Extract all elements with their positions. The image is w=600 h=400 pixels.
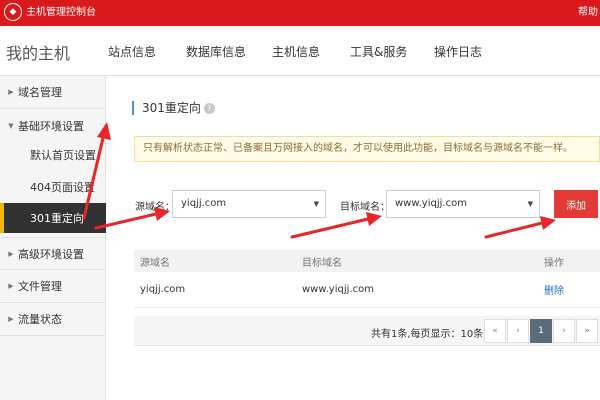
sidebar-item-label: 文件管理 xyxy=(18,280,62,293)
nav-site-info[interactable]: 站点信息 xyxy=(108,43,156,60)
sidebar-item-traffic-status[interactable]: ▶ 流量状态 xyxy=(0,303,106,336)
add-button[interactable]: 添加 xyxy=(554,190,598,218)
sidebar-item-label: 301重定向 xyxy=(30,212,84,225)
top-bar: ◆ 主机管理控制台 帮助 xyxy=(0,0,600,26)
column-header-source: 源域名 xyxy=(140,257,170,269)
source-domain-select[interactable]: yiqjj.com ▼ xyxy=(172,190,326,218)
caret-right-icon: ▶ xyxy=(8,88,14,96)
sidebar-item-label: 高级环境设置 xyxy=(18,247,84,261)
source-domain-value: yiqjj.com xyxy=(181,198,227,209)
main-content: 301重定向? 只有解析状态正常、已备案且万网接入的域名，才可以使用此功能，目标… xyxy=(106,76,600,400)
caret-right-icon: ▶ xyxy=(8,315,14,323)
row-source-domain: yiqjj.com xyxy=(140,284,186,295)
sidebar: ▶ 域名管理 ▼ 基础环境设置 默认首页设置 404页面设置 301重定向 ▶ … xyxy=(0,76,106,400)
sidebar-item-404-page[interactable]: 404页面设置 xyxy=(0,170,106,203)
page-title-text: 301重定向 xyxy=(142,101,201,115)
table-row: yiqjj.com www.yiqjj.com 删除 xyxy=(134,272,600,308)
help-link[interactable]: 帮助 xyxy=(578,7,598,19)
pagination-bar: 共有1条,每页显示：10条 « ‹ 1 › » xyxy=(134,316,600,346)
last-page-button[interactable]: » xyxy=(576,319,598,343)
caret-down-icon: ▼ xyxy=(8,121,14,130)
sidebar-item-label: 域名管理 xyxy=(18,86,62,99)
sidebar-item-label: 基础环境设置 xyxy=(18,119,84,133)
sidebar-item-label: 流量状态 xyxy=(18,313,62,326)
notice-banner: 只有解析状态正常、已备案且万网接入的域名，才可以使用此功能，目标域名与源域名不能… xyxy=(134,136,600,162)
caret-right-icon: ▶ xyxy=(8,249,14,258)
dropdown-arrow-icon: ▼ xyxy=(527,200,533,208)
main-nav: 我的主机 站点信息 数据库信息 主机信息 工具&服务 操作日志 xyxy=(0,26,600,76)
sidebar-item-301-redirect[interactable]: 301重定向 xyxy=(0,203,106,233)
page-1-button[interactable]: 1 xyxy=(530,319,552,343)
console-title: 主机管理控制台 xyxy=(26,7,96,18)
sidebar-item-default-homepage[interactable]: 默认首页设置 xyxy=(0,138,106,171)
pagination-summary: 共有1条,每页显示：10条 xyxy=(371,329,484,340)
nav-tools-services[interactable]: 工具&服务 xyxy=(350,43,407,60)
target-domain-label: 目标域名： xyxy=(340,202,390,213)
caret-right-icon: ▶ xyxy=(8,282,14,290)
first-page-button[interactable]: « xyxy=(484,319,506,343)
sidebar-item-file-manager[interactable]: ▶ 文件管理 xyxy=(0,270,106,303)
brand-title: 我的主机 xyxy=(6,44,71,63)
sidebar-item-domain[interactable]: ▶ 域名管理 xyxy=(0,76,106,109)
logo-icon: ◆ xyxy=(4,3,22,21)
nav-database-info[interactable]: 数据库信息 xyxy=(186,43,246,60)
sidebar-item-label: 404页面设置 xyxy=(30,180,95,194)
nav-operation-log[interactable]: 操作日志 xyxy=(434,43,482,60)
sidebar-item-label: 默认首页设置 xyxy=(30,148,96,162)
source-domain-label: 源域名： xyxy=(135,202,175,213)
target-domain-select[interactable]: www.yiqjj.com ▼ xyxy=(386,190,540,218)
column-header-target: 目标域名 xyxy=(302,257,342,269)
question-icon[interactable]: ? xyxy=(203,103,215,114)
prev-page-button[interactable]: ‹ xyxy=(507,319,529,343)
next-page-button[interactable]: › xyxy=(553,319,575,343)
row-target-domain: www.yiqjj.com xyxy=(302,284,374,295)
delete-link[interactable]: 删除 xyxy=(544,272,564,307)
nav-host-info[interactable]: 主机信息 xyxy=(272,43,320,60)
page-title: 301重定向? xyxy=(132,101,215,115)
target-domain-value: www.yiqjj.com xyxy=(395,198,467,209)
sidebar-item-advanced-env[interactable]: ▶ 高级环境设置 xyxy=(0,237,106,270)
table-header: 源域名 目标域名 操作 xyxy=(134,250,600,272)
redirect-table: 源域名 目标域名 操作 yiqjj.com www.yiqjj.com 删除 xyxy=(134,250,600,308)
column-header-action: 操作 xyxy=(544,257,564,269)
dropdown-arrow-icon: ▼ xyxy=(313,200,319,208)
